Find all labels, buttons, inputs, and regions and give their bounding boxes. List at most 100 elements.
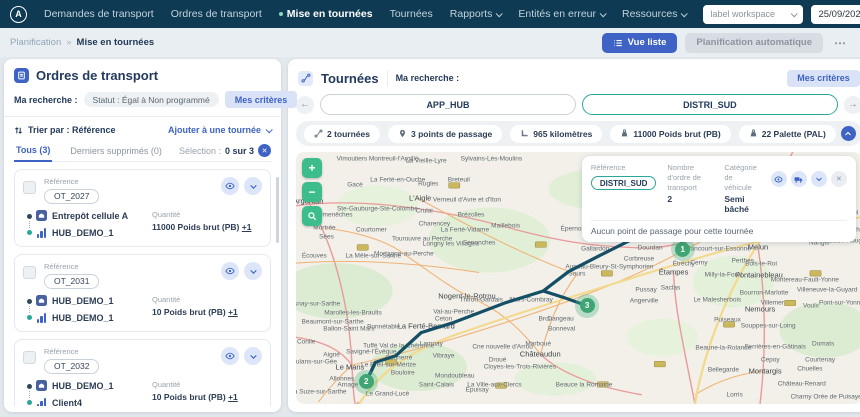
tab-all[interactable]: Tous (3) <box>14 145 52 162</box>
view-list-button[interactable]: Vue liste <box>602 33 678 53</box>
collapse-stats-button[interactable] <box>841 126 856 141</box>
app-logo[interactable]: A <box>10 6 27 23</box>
chevron-down-icon <box>266 126 273 133</box>
top-navbar: A Demandes de transport Ordres de transp… <box>0 0 860 28</box>
waypoint-marker[interactable]: 2 <box>354 370 378 394</box>
tab-deleted[interactable]: Derniers supprimés (0) <box>68 146 164 161</box>
ruler-icon <box>520 129 529 138</box>
clear-selection-button[interactable]: ✕ <box>258 144 271 157</box>
quantity-value: 11000 Poids brut (PB) +1 <box>152 222 262 232</box>
tours-search-input[interactable] <box>467 69 779 87</box>
nav-entites-en-erreur[interactable]: Entités en erreur <box>518 8 605 20</box>
map-controls: + − <box>302 158 322 226</box>
pin-icon <box>398 129 407 138</box>
expand-order-button[interactable] <box>244 347 262 365</box>
quantity-more-link[interactable]: +1 <box>242 222 252 232</box>
view-order-button[interactable] <box>221 262 239 280</box>
tour-pill-distri-sud[interactable]: DISTRI_SUD <box>582 94 838 115</box>
quantity-value: 10 Poids brut (PB) +1 <box>152 307 262 317</box>
view-order-button[interactable] <box>221 177 239 195</box>
chevron-down-icon <box>249 352 258 361</box>
route-indicator <box>23 380 36 406</box>
quantity-label: Quantité <box>152 295 262 304</box>
nav-ressources[interactable]: Ressources <box>622 8 686 20</box>
pallet-icon <box>749 129 758 138</box>
origin-stop: Entrepôt cellule A <box>36 210 152 221</box>
close-overlay-button[interactable]: ✕ <box>831 171 847 187</box>
expand-tour-button[interactable] <box>811 171 827 187</box>
breadcrumb-separator: » <box>66 37 71 48</box>
tours-search-label: Ma recherche : <box>396 73 460 83</box>
nav-rapports[interactable]: Rapports <box>450 8 502 20</box>
order-card[interactable]: Référence OT_2027 Entrepôt cellule A <box>14 169 271 247</box>
locate-button[interactable] <box>302 206 322 226</box>
warehouse-icon <box>36 210 47 221</box>
stat-kilometers: 965 kilomètres <box>510 125 602 143</box>
my-criteria-button[interactable]: Mes critères <box>787 70 860 87</box>
auto-planning-button[interactable]: Planification automatique <box>685 33 823 53</box>
transport-order-icon <box>14 68 29 83</box>
eye-icon <box>225 351 235 361</box>
sort-by-dropdown[interactable]: Trier par : Référence <box>14 125 116 135</box>
orders-panel: Ordres de transport Ma recherche : Statu… <box>4 59 281 412</box>
chevron-down-icon <box>791 10 798 17</box>
tour-pill-app-hub[interactable]: APP_HUB <box>320 94 576 115</box>
eye-icon <box>774 175 783 184</box>
zoom-out-button[interactable]: − <box>302 182 322 202</box>
eye-icon <box>225 266 235 276</box>
order-card-list: Référence OT_2027 Entrepôt cellule A <box>14 169 271 406</box>
my-criteria-button[interactable]: Mes critères <box>225 91 298 108</box>
weight-icon <box>620 129 629 138</box>
breadcrumb-bar: Planification » Mise en tournées Vue lis… <box>0 28 860 57</box>
overlay-orders-field: Nombre d'ordre de transport 2 <box>667 163 713 204</box>
previous-tour-button[interactable]: ← <box>296 96 314 114</box>
order-checkbox[interactable] <box>23 181 36 194</box>
breadcrumb-current: Mise en tournées <box>77 37 155 48</box>
stat-tours: 2 tournées <box>304 125 380 143</box>
truck-icon <box>794 175 803 184</box>
map-canvas[interactable]: VimoutiersMontreuil-l'ArgilléLa Vieille-… <box>296 152 860 404</box>
date-picker[interactable]: 25/09/2023 <box>811 5 860 24</box>
list-icon <box>613 38 623 48</box>
order-card[interactable]: Référence OT_2032 HUB_DEMO_1 <box>14 339 271 406</box>
view-order-button[interactable] <box>221 347 239 365</box>
client-icon <box>36 397 47 406</box>
zoom-in-button[interactable]: + <box>302 158 322 178</box>
breadcrumb-parent[interactable]: Planification <box>10 37 61 48</box>
tour-reference-badge: DISTRI_SUD <box>591 176 657 190</box>
quantity-more-link[interactable]: +1 <box>228 392 238 402</box>
no-waypoint-message: Aucun point de passage pour cette tourné… <box>591 220 847 236</box>
stat-waypoints: 3 points de passage <box>388 125 502 143</box>
expand-order-button[interactable] <box>244 177 262 195</box>
chevron-down-icon <box>496 10 503 17</box>
add-to-tour-dropdown[interactable]: Ajouter à une tournée <box>168 125 271 135</box>
workspace-select[interactable]: label workspace <box>703 5 803 24</box>
nav-ordres-de-transport[interactable]: Ordres de transport <box>171 8 262 20</box>
divider <box>4 116 281 117</box>
destination-stop: HUB_DEMO_1 <box>36 227 152 238</box>
quantity-more-link[interactable]: +1 <box>228 307 238 317</box>
nav-demandes-de-transport[interactable]: Demandes de transport <box>44 8 154 20</box>
origin-stop: HUB_DEMO_1 <box>36 295 152 306</box>
view-tour-button[interactable] <box>771 171 787 187</box>
nav-tournees[interactable]: Tournées <box>390 8 433 20</box>
next-tour-button[interactable]: → <box>844 96 860 114</box>
magnifier-icon <box>307 211 317 221</box>
tour-stats-bar: 2 tournées 3 points de passage 965 kilom… <box>296 121 860 146</box>
destination-stop: Client4 <box>36 397 152 406</box>
expand-order-button[interactable] <box>244 262 262 280</box>
more-options-button[interactable]: ⋯ <box>831 36 850 50</box>
scrollbar-thumb[interactable] <box>276 177 279 243</box>
search-label: Ma recherche : <box>14 95 78 105</box>
nav-mise-en-tournees[interactable]: Mise en tournées <box>279 8 373 20</box>
stat-gross-weight: 11000 Poids brut (PB) <box>610 125 730 143</box>
waypoint-marker[interactable]: 3 <box>575 294 599 318</box>
status-filter-chip[interactable]: Statut : Égal à Non programmé <box>84 92 219 107</box>
vehicle-button[interactable] <box>791 171 807 187</box>
order-card[interactable]: Référence OT_2031 HUB_DEMO_1 <box>14 254 271 332</box>
order-checkbox[interactable] <box>23 266 36 279</box>
route-indicator <box>23 295 36 323</box>
sort-icon <box>14 126 23 135</box>
order-checkbox[interactable] <box>23 351 36 364</box>
reference-label: Référence <box>44 347 99 356</box>
